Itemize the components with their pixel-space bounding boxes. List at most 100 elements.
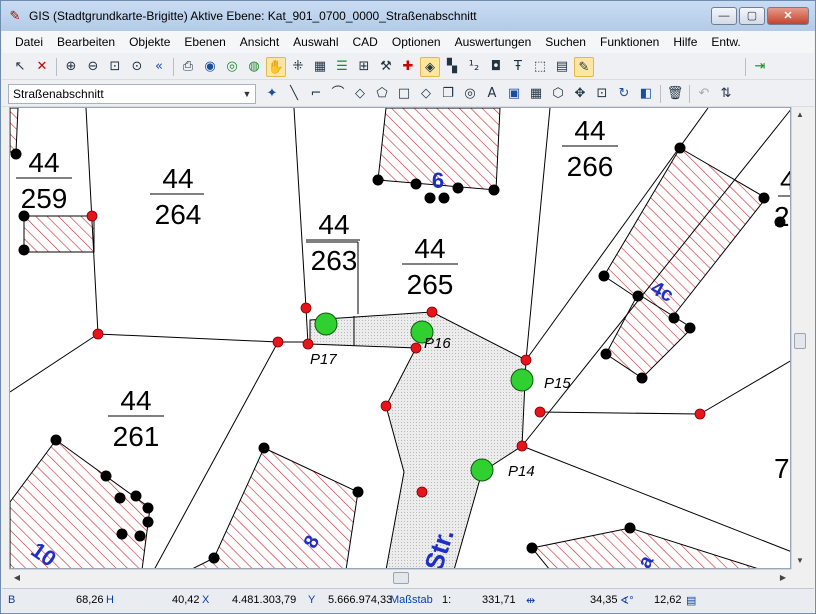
pin-icon[interactable]: ✦	[262, 84, 282, 104]
menu-objekte[interactable]: Objekte	[122, 35, 177, 49]
vertical-scrollbar[interactable]: ▲ ▼	[791, 107, 808, 569]
parcel-label-bottom: 266	[567, 151, 614, 182]
maximize-button[interactable]: ▢	[739, 7, 765, 25]
table-icon[interactable]: ▦	[310, 57, 330, 77]
duplicate-icon[interactable]: ◧	[636, 84, 656, 104]
rotate-icon[interactable]: ↻	[614, 84, 634, 104]
menu-bar: Datei Bearbeiten Objekte Ebenen Ansicht …	[2, 31, 814, 53]
copy-shape-icon[interactable]: ❐	[438, 84, 458, 104]
measure-icon[interactable]: ⊞	[354, 57, 374, 77]
rectangle-icon[interactable]: □	[394, 84, 414, 104]
layer-select-value: Straßenabschnitt	[13, 86, 104, 101]
tk-icon[interactable]: Ŧ	[508, 57, 528, 77]
zoom-in-icon[interactable]: ⊕	[61, 57, 81, 77]
menu-cad[interactable]: CAD	[346, 35, 385, 49]
menu-auswertungen[interactable]: Auswertungen	[448, 35, 539, 49]
horizontal-scroll-thumb[interactable]	[393, 572, 409, 584]
move-icon[interactable]: ✥	[570, 84, 590, 104]
tools-icon[interactable]: ⚒	[376, 57, 396, 77]
building	[10, 108, 19, 153]
scroll-left-icon[interactable]: ◀	[9, 570, 25, 586]
parcel-label-261: 44 261	[108, 385, 164, 452]
zoom-previous-icon[interactable]: ⊙	[127, 57, 147, 77]
menu-optionen[interactable]: Optionen	[385, 35, 448, 49]
menu-hilfe[interactable]: Hilfe	[666, 35, 704, 49]
parcel-label-top: 44	[28, 147, 59, 178]
print-icon[interactable]: ⎙	[178, 57, 198, 77]
symbol-grid-icon[interactable]: ▦	[526, 84, 546, 104]
parcel-label-bottom: 261	[113, 421, 160, 452]
menu-funktionen[interactable]: Funktionen	[593, 35, 666, 49]
undo-icon[interactable]: ↶	[694, 84, 714, 104]
chevron-down-icon[interactable]: ▼	[239, 85, 255, 103]
pen-tool-icon[interactable]: ✎	[574, 56, 594, 77]
circle-icon[interactable]: ◎	[460, 84, 480, 104]
fill-icon[interactable]: ◇	[350, 84, 370, 104]
menu-bearbeiten[interactable]: Bearbeiten	[50, 35, 122, 49]
diamond-icon[interactable]: ◇	[416, 84, 436, 104]
app-icon: ✎	[9, 8, 21, 23]
refresh-map-icon[interactable]: ◍	[244, 57, 264, 77]
close-button[interactable]: ✕	[767, 7, 809, 25]
highlight-icon[interactable]: ◈	[420, 56, 440, 77]
select-pointer-icon[interactable]: ↖	[10, 57, 30, 77]
checker-icon[interactable]: ▚	[442, 57, 462, 77]
zoom-back-icon[interactable]: «	[149, 57, 169, 77]
parcel-label-bottom: 263	[311, 245, 358, 276]
camera-icon[interactable]: ◘	[486, 57, 506, 77]
menu-auswahl[interactable]: Auswahl	[286, 35, 345, 49]
menu-ansicht[interactable]: Ansicht	[233, 35, 286, 49]
map-canvas[interactable]: 44 259 44 264 44 263 44 265 44 266 44 26…	[10, 108, 791, 569]
minimize-button[interactable]: —	[711, 7, 737, 25]
node-edit-icon[interactable]: ⬡	[548, 84, 568, 104]
menu-entw[interactable]: Entw.	[704, 35, 747, 49]
curve-icon[interactable]: ⌒	[328, 84, 348, 104]
scale-icon[interactable]: ⊡	[592, 84, 612, 104]
polygon-icon[interactable]: ⬠	[372, 84, 392, 104]
map-view[interactable]: 44 259 44 264 44 263 44 265 44 266 44 26…	[9, 107, 791, 569]
status-angle-unit: ∢°	[620, 595, 634, 607]
cancel-selection-icon[interactable]: ✕	[32, 57, 52, 77]
point-label-p17: P17	[310, 351, 337, 368]
snap-grid-icon[interactable]: ⁜	[288, 57, 308, 77]
pan-hand-icon[interactable]: ✋	[266, 56, 286, 77]
crosshair-icon[interactable]: ✚	[398, 57, 418, 77]
horizontal-scrollbar[interactable]: ◀ ▶	[9, 569, 791, 586]
vertical-scroll-thumb[interactable]	[794, 333, 806, 349]
menu-datei[interactable]: Datei	[8, 35, 50, 49]
window-controls: — ▢ ✕	[711, 7, 809, 25]
numbering-icon[interactable]: ¹₂	[464, 57, 484, 77]
point-label-p16: P16	[424, 335, 451, 352]
parcel-label-top: 44	[318, 209, 349, 240]
building	[603, 147, 767, 321]
status-mode: B	[8, 594, 16, 606]
scroll-right-icon[interactable]: ▶	[775, 570, 791, 586]
edge-label: 7	[774, 453, 790, 484]
edge-label: 2	[774, 201, 790, 232]
trash-icon[interactable]: 🗑	[665, 84, 685, 104]
point-p17-marker	[314, 312, 338, 336]
status-bar: B 68,26 H 40,42 X 4.481.303,79 Y 5.666.9…	[2, 588, 814, 612]
exit-icon[interactable]: ⇥	[750, 57, 770, 77]
globe-icon[interactable]: ◉	[200, 57, 220, 77]
properties-icon[interactable]: ⇅	[716, 84, 736, 104]
layer-list-icon[interactable]: ☰	[332, 57, 352, 77]
zoom-window-icon[interactable]: ⊡	[105, 57, 125, 77]
status-scale-label: Maßstab	[390, 594, 433, 606]
menu-ebenen[interactable]: Ebenen	[177, 35, 232, 49]
polyline-icon[interactable]: ⌐	[306, 84, 326, 104]
toolbar-separator	[689, 84, 690, 103]
image-icon[interactable]: ▣	[504, 84, 524, 104]
grid-select-icon[interactable]: ▤	[552, 57, 572, 77]
layers-globe-icon[interactable]: ◎	[222, 57, 242, 77]
scroll-down-icon[interactable]: ▼	[792, 553, 808, 569]
layer-select[interactable]: Straßenabschnitt ▼	[8, 83, 256, 104]
zoom-out-icon[interactable]: ⊖	[83, 57, 103, 77]
parcel-label-top: 44	[414, 233, 445, 264]
scroll-up-icon[interactable]: ▲	[792, 107, 808, 123]
text-tool-icon[interactable]: A	[482, 84, 502, 104]
menu-suchen[interactable]: Suchen	[538, 35, 593, 49]
frame-select-icon[interactable]: ⬚	[530, 57, 550, 77]
line-icon[interactable]: ╲	[284, 84, 304, 104]
parcel-label-bottom: 259	[21, 183, 68, 214]
